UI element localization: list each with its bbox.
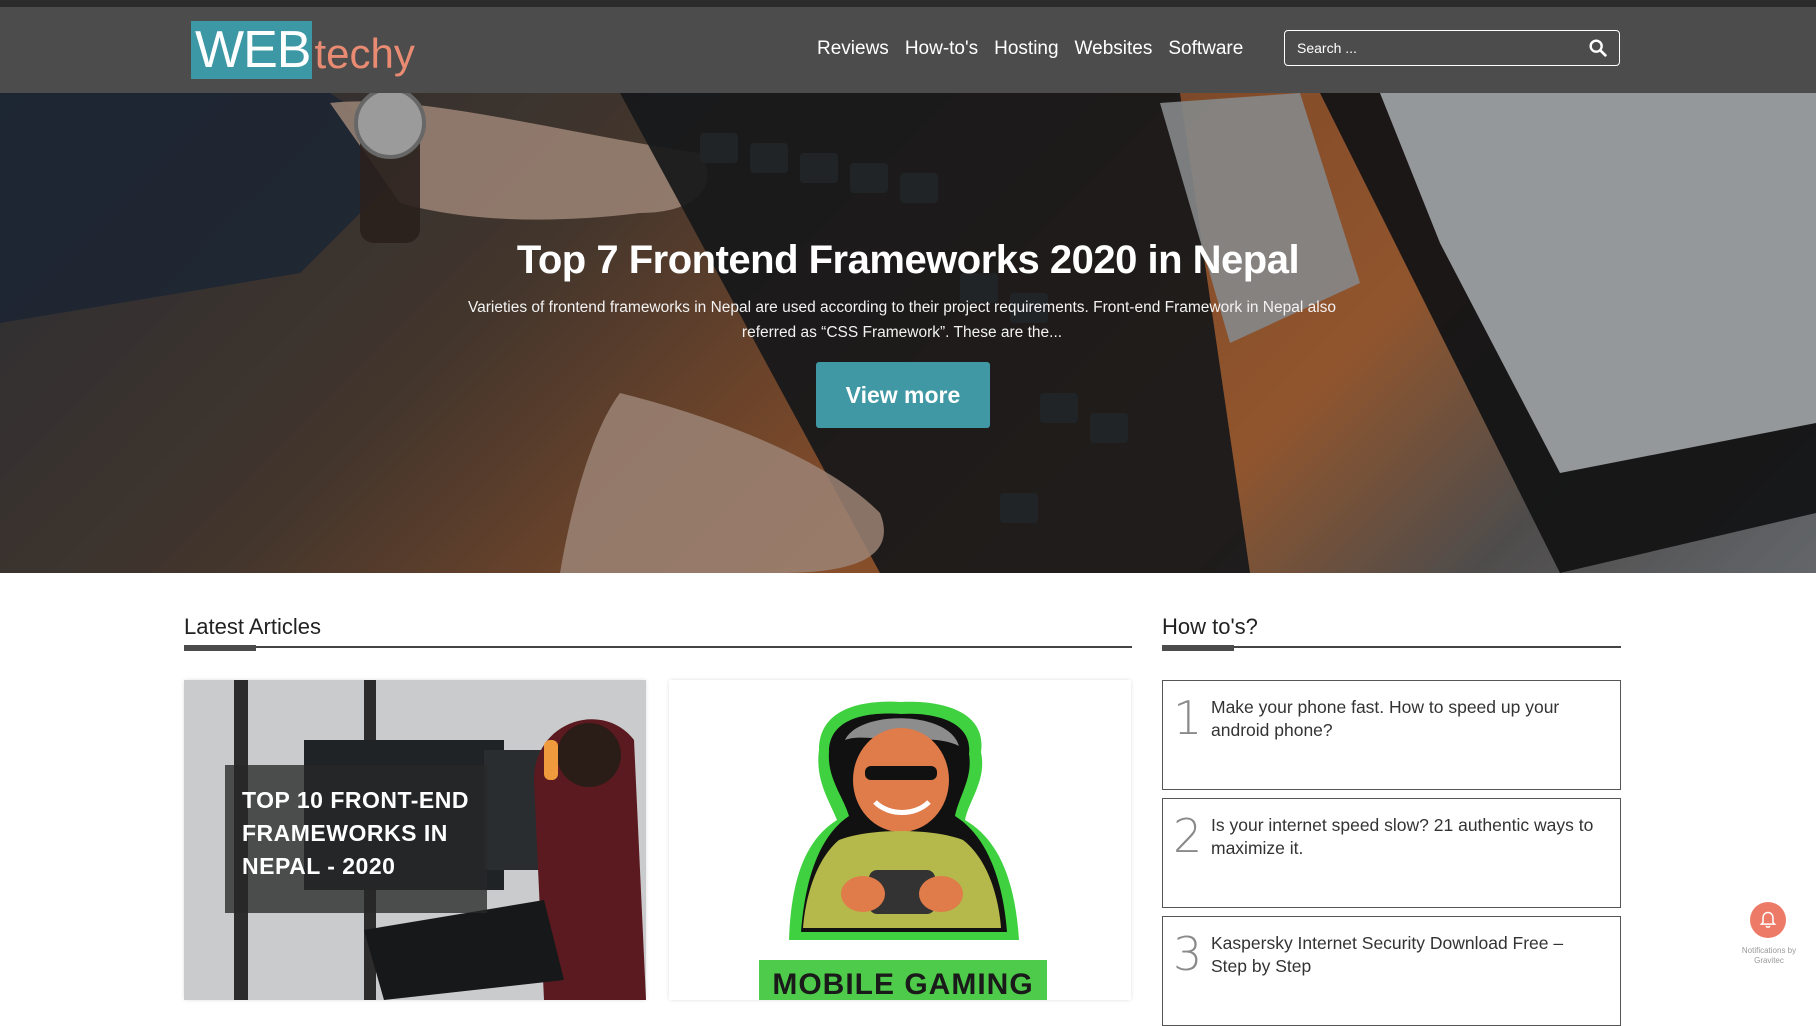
how-to-number: 1 bbox=[1173, 691, 1203, 745]
notification-provider-label: Notifications by Gravitec bbox=[1741, 946, 1797, 965]
how-tos-heading: How to's? bbox=[1162, 614, 1258, 639]
how-to-item[interactable]: 1 Make your phone fast. How to speed up … bbox=[1162, 680, 1621, 790]
notification-bell-button[interactable] bbox=[1750, 902, 1786, 938]
latest-articles-rule bbox=[184, 646, 1132, 648]
latest-articles-rule-accent bbox=[184, 645, 256, 651]
article-card[interactable]: TOP 10 FRONT-END FRAMEWORKS IN NEPAL - 2… bbox=[184, 680, 646, 1000]
site-logo[interactable]: WEB techy bbox=[191, 21, 415, 79]
nav-hosting[interactable]: Hosting bbox=[994, 38, 1058, 60]
view-more-button[interactable]: View more bbox=[816, 362, 990, 428]
article-card[interactable]: MOBILE GAMING bbox=[669, 680, 1131, 1000]
search-box bbox=[1284, 30, 1620, 66]
logo-primary: WEB bbox=[191, 21, 313, 79]
how-to-item[interactable]: 3 Kaspersky Internet Security Download F… bbox=[1162, 916, 1621, 1026]
search-icon[interactable] bbox=[1587, 37, 1609, 59]
mobile-gaming-banner: MOBILE GAMING bbox=[759, 960, 1047, 1000]
hero-banner: Top 7 Frontend Frameworks 2020 in Nepal … bbox=[0, 93, 1816, 573]
gamer-mascot-image bbox=[789, 701, 1019, 940]
hero-description: Varieties of frontend frameworks in Nepa… bbox=[467, 299, 1337, 341]
search-input[interactable] bbox=[1285, 40, 1587, 56]
how-to-title: Make your phone fast. How to speed up yo… bbox=[1211, 697, 1560, 740]
how-to-title: Is your internet speed slow? 21 authenti… bbox=[1211, 815, 1594, 858]
how-to-title: Kaspersky Internet Security Download Fre… bbox=[1211, 933, 1564, 976]
site-header: WEB techy Reviews How-to's Hosting Websi… bbox=[0, 7, 1816, 93]
hero-title: Top 7 Frontend Frameworks 2020 in Nepal bbox=[516, 238, 1300, 282]
thumbnail-text: TOP 10 FRONT-END FRAMEWORKS IN NEPAL - 2… bbox=[242, 787, 469, 879]
how-tos-rule-accent bbox=[1162, 645, 1234, 651]
main-nav: Reviews How-to's Hosting Websites Softwa… bbox=[817, 38, 1259, 60]
how-to-item[interactable]: 2 Is your internet speed slow? 21 authen… bbox=[1162, 798, 1621, 908]
nav-software[interactable]: Software bbox=[1168, 38, 1243, 60]
logo-secondary: techy bbox=[314, 30, 415, 77]
nav-websites[interactable]: Websites bbox=[1075, 38, 1153, 60]
bell-icon bbox=[1759, 911, 1777, 928]
mobile-gaming-text: MOBILE GAMING bbox=[772, 968, 1034, 1000]
how-to-number: 3 bbox=[1173, 927, 1203, 981]
latest-articles-heading: Latest Articles bbox=[184, 614, 321, 639]
how-to-number: 2 bbox=[1173, 809, 1203, 863]
top-strip bbox=[0, 0, 1816, 7]
nav-reviews[interactable]: Reviews bbox=[817, 38, 889, 60]
nav-how-tos[interactable]: How-to's bbox=[905, 38, 978, 60]
